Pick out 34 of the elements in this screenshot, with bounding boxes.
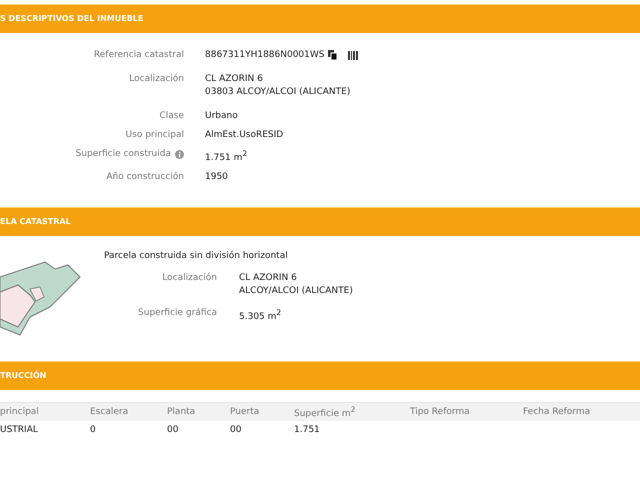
column-header: Escalera [90,407,130,417]
field-label: Referencia catastral [94,50,184,60]
field-label: Uso principal [126,130,184,140]
table-cell-text: 0 [90,425,97,435]
section-header: ELA CATASTRAL [0,207,640,236]
field-value: ALCOY/ALCOI (ALICANTE) [239,286,353,296]
column-header: Superficie m$^{2}$ [294,405,356,419]
field-value: 8867311YH1886N0001WS [205,50,325,60]
parcel-description: Parcela construida sin división horizontal [104,251,289,261]
column-header: Tipo Reforma [410,407,471,417]
table-cell-text: 1.751 [294,425,321,435]
field-label: Año construcción [106,172,184,182]
field-value: 1950 [205,172,228,182]
column-header: principal [0,407,40,417]
section-header: S DESCRIPTIVOS DEL INMUEBLE [0,4,640,33]
table-cell-text: USTRIAL [0,425,39,435]
section-header: TRUCCIÓN [0,361,640,390]
field-value: 1.751 m$^{2}$ [205,149,248,163]
field-label: Superficie gráfica [138,308,217,318]
field-label: Clase [159,111,184,121]
field-label: Localización [162,273,217,283]
table-cell-text: 00 [167,425,180,435]
field-value: CL AZORIN 6 [205,74,263,84]
field-label: Superficie construida [76,149,171,159]
field-value: CL AZORIN 6 [239,273,297,283]
field-value: 5.305 m$^{2}$ [239,308,282,322]
field-value: 03803 ALCOY/ALCOI (ALICANTE) [205,87,350,97]
column-header: Puerta [230,407,260,417]
field-label: Localización [129,74,184,84]
field-value: AlmEst.UsoRESID [205,130,284,140]
table-cell-text: 00 [230,425,242,435]
column-header: Planta [167,407,196,417]
field-value: Urbano [205,111,238,121]
column-header: Fecha Reforma [523,407,592,417]
